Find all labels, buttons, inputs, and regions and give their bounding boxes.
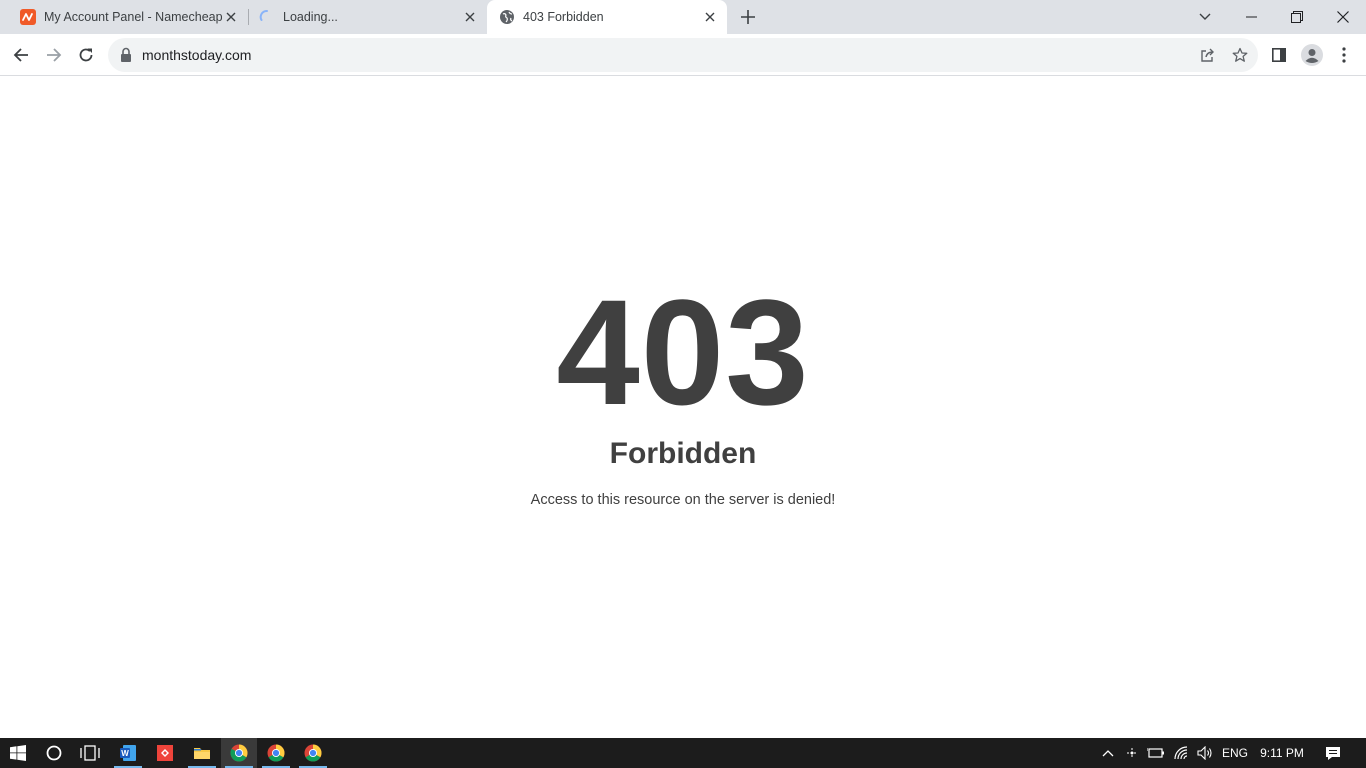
url-text: monthstoday.com xyxy=(142,47,252,63)
action-center-icon[interactable] xyxy=(1318,738,1348,768)
reload-button[interactable] xyxy=(70,39,102,71)
new-tab-button[interactable] xyxy=(736,6,760,28)
error-title: Forbidden xyxy=(609,437,757,470)
tab-title: My Account Panel - Namecheap xyxy=(44,10,222,24)
chrome-icon[interactable] xyxy=(295,738,331,768)
anydesk-icon[interactable] xyxy=(147,738,183,768)
tab-loading[interactable]: Loading... xyxy=(249,0,487,34)
tab-title: Loading... xyxy=(283,10,338,24)
address-bar[interactable]: monthstoday.com xyxy=(108,38,1258,72)
pen-workspace-icon[interactable] xyxy=(1122,738,1142,768)
start-icon[interactable] xyxy=(0,738,36,768)
windows-taskbar: W ENG 9:11 PM xyxy=(0,738,1366,768)
tab-strip: My Account Panel - Namecheap Loading... … xyxy=(0,0,1366,34)
minimize-button[interactable] xyxy=(1228,0,1274,34)
profile-avatar-icon[interactable] xyxy=(1296,39,1328,71)
close-tab-icon[interactable] xyxy=(461,8,479,26)
clock[interactable]: 9:11 PM xyxy=(1256,738,1308,768)
tab-title: 403 Forbidden xyxy=(523,10,604,24)
svg-text:W: W xyxy=(121,749,129,758)
globe-icon xyxy=(499,9,515,25)
menu-kebab-icon[interactable] xyxy=(1328,39,1360,71)
error-code: 403 xyxy=(556,268,810,436)
chrome-icon[interactable] xyxy=(258,738,294,768)
language-indicator[interactable]: ENG xyxy=(1220,738,1250,768)
lock-icon[interactable] xyxy=(120,47,132,63)
chrome-icon[interactable] xyxy=(221,738,257,768)
namecheap-logo-icon xyxy=(20,9,36,25)
volume-icon[interactable] xyxy=(1194,738,1216,768)
forward-button[interactable] xyxy=(38,39,70,71)
battery-icon[interactable] xyxy=(1146,738,1166,768)
back-button[interactable] xyxy=(5,39,37,71)
task-view-icon[interactable] xyxy=(72,738,108,768)
tab-search-button[interactable] xyxy=(1182,0,1228,34)
show-hidden-icons-icon[interactable] xyxy=(1098,738,1118,768)
tab-namecheap[interactable]: My Account Panel - Namecheap xyxy=(0,0,248,34)
wifi-icon[interactable] xyxy=(1170,738,1192,768)
share-icon[interactable] xyxy=(1196,43,1220,67)
loading-spinner-icon xyxy=(259,9,275,25)
word-icon[interactable]: W xyxy=(110,738,146,768)
side-panel-icon[interactable] xyxy=(1263,39,1295,71)
cortana-icon[interactable] xyxy=(36,738,72,768)
close-tab-icon[interactable] xyxy=(701,8,719,26)
bookmark-star-icon[interactable] xyxy=(1228,43,1252,67)
browser-toolbar: monthstoday.com xyxy=(0,34,1366,76)
page-content: 403 Forbidden Access to this resource on… xyxy=(0,77,1366,738)
error-message: Access to this resource on the server is… xyxy=(530,492,836,508)
close-window-button[interactable] xyxy=(1320,0,1366,34)
tab-403-forbidden[interactable]: 403 Forbidden xyxy=(487,0,727,34)
restore-button[interactable] xyxy=(1274,0,1320,34)
file-explorer-icon[interactable] xyxy=(184,738,220,768)
close-tab-icon[interactable] xyxy=(222,8,240,26)
